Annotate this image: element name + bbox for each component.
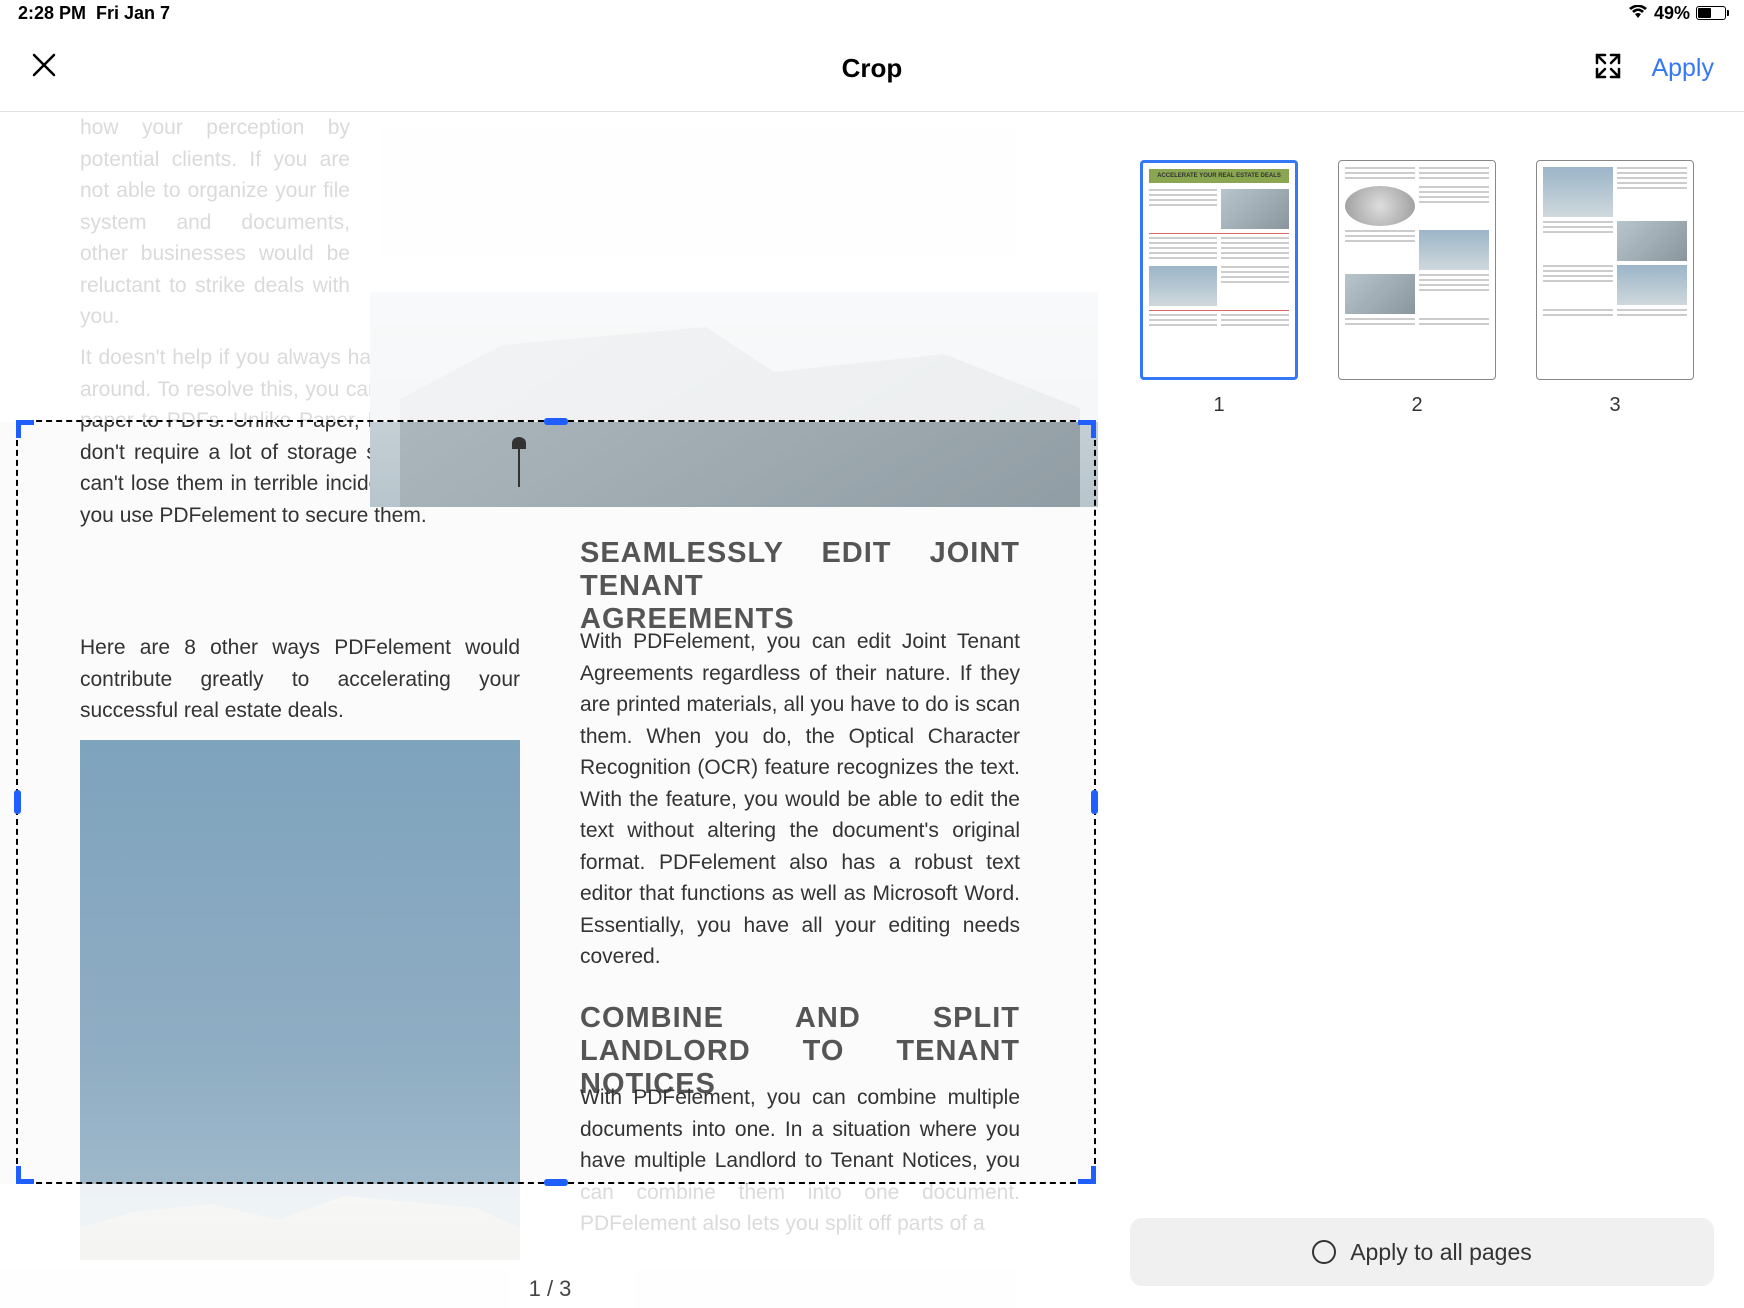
- page-thumbnail-3[interactable]: [1536, 160, 1694, 380]
- expand-icon[interactable]: [1593, 51, 1623, 86]
- page-counter: 1 / 3: [529, 1276, 572, 1302]
- status-bar: 2:28 PM Fri Jan 7 49%: [0, 0, 1744, 26]
- close-icon[interactable]: [30, 50, 58, 86]
- header: Crop Apply: [0, 26, 1744, 112]
- status-date: Fri Jan 7: [96, 3, 170, 24]
- crop-handle-top-right[interactable]: [1078, 420, 1096, 438]
- crop-selection[interactable]: [16, 420, 1096, 1184]
- apply-to-all-pages-button[interactable]: Apply to all pages: [1130, 1218, 1714, 1286]
- wifi-icon: [1628, 3, 1648, 24]
- page-title: Crop: [230, 53, 1514, 84]
- crop-handle-bottom-right[interactable]: [1078, 1166, 1096, 1184]
- apply-button[interactable]: Apply: [1651, 54, 1714, 83]
- crop-handle-right[interactable]: [1091, 790, 1098, 814]
- thumbnail-sidebar: ACCELERATE YOUR REAL ESTATE DEALS 1: [1100, 112, 1744, 1308]
- crop-handle-top-left[interactable]: [16, 420, 34, 438]
- crop-handle-bottom-left[interactable]: [16, 1166, 34, 1184]
- apply-all-label: Apply to all pages: [1350, 1239, 1532, 1266]
- thumb-title: ACCELERATE YOUR REAL ESTATE DEALS: [1149, 169, 1289, 183]
- radio-unchecked-icon: [1312, 1240, 1336, 1264]
- crop-handle-top[interactable]: [544, 418, 568, 425]
- thumb-label: 2: [1411, 394, 1422, 417]
- crop-handle-bottom[interactable]: [544, 1179, 568, 1186]
- crop-handle-left[interactable]: [14, 790, 21, 814]
- battery-percent: 49%: [1654, 3, 1690, 24]
- crop-preview[interactable]: how your perception by potential clients…: [0, 112, 1100, 1308]
- page-thumbnail-2[interactable]: [1338, 160, 1496, 380]
- crop-dim-overlay: [0, 112, 1100, 422]
- battery-icon: [1696, 6, 1726, 20]
- status-time: 2:28 PM: [18, 3, 86, 24]
- thumb-label: 3: [1609, 394, 1620, 417]
- page-thumbnail-1[interactable]: ACCELERATE YOUR REAL ESTATE DEALS: [1140, 160, 1298, 380]
- thumb-label: 1: [1213, 394, 1224, 417]
